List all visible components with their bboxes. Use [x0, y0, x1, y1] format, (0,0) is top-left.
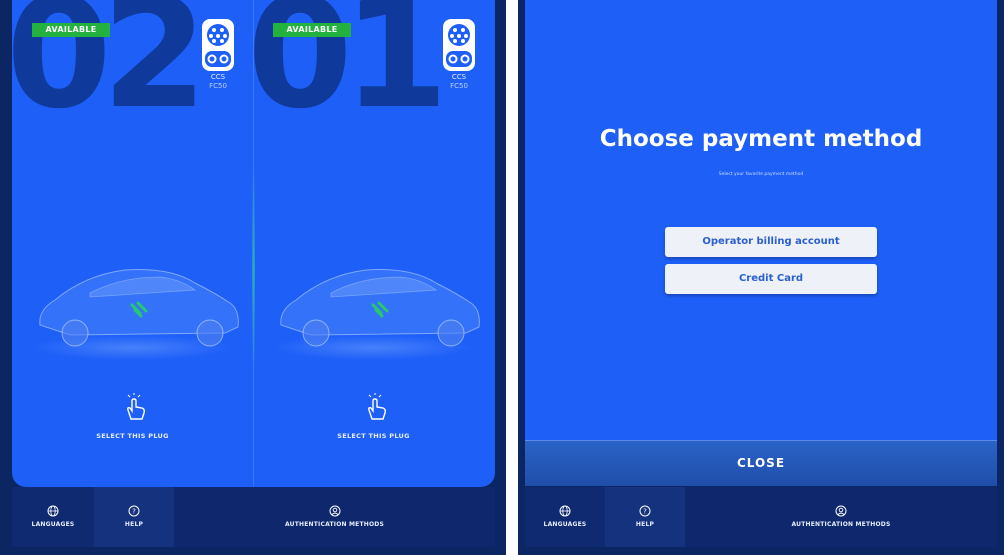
connector-type: CCS: [210, 73, 226, 81]
svg-text:?: ?: [643, 508, 647, 516]
plug-selection-screen: 02 AVAILABLE CCS FC50 SELECT THIS PLUG 0…: [0, 0, 506, 555]
status-badge: AVAILABLE: [273, 23, 351, 37]
power-rating: FC50: [450, 82, 468, 90]
plug-number: 02: [12, 0, 208, 142]
power-rating: FC50: [209, 82, 227, 90]
bottom-nav: LANGUAGES ? HELP AUTHENTICATION METHODS: [12, 487, 495, 547]
close-button[interactable]: CLOSE: [525, 440, 997, 486]
page-subtitle: Select your favorite payment method: [718, 172, 804, 177]
payment-panel: Choose payment method Select your favori…: [525, 0, 997, 440]
close-label: CLOSE: [736, 456, 786, 470]
plug-card-01[interactable]: 01 AVAILABLE CCS FC50 SELECT THIS PLUG: [247, 0, 494, 487]
car-outline-icon: [280, 269, 480, 347]
nav-auth-label: AUTHENTICATION METHODS: [791, 521, 891, 528]
user-icon: [835, 505, 847, 517]
globe-icon: [559, 505, 571, 517]
plug-number: 01: [247, 0, 449, 142]
status-badge: AVAILABLE: [32, 23, 110, 37]
screen-gap: [506, 0, 518, 555]
nav-languages-label: LANGUAGES: [31, 521, 75, 528]
tap-hand-icon: [368, 393, 386, 420]
ccs-connector-icon: [443, 19, 475, 71]
nav-auth-label: AUTHENTICATION METHODS: [285, 521, 384, 528]
connector-type: CCS: [451, 73, 467, 81]
plug-panel: 02 AVAILABLE CCS FC50 SELECT THIS PLUG 0…: [12, 0, 495, 487]
page-title: Choose payment method: [599, 126, 923, 152]
payment-screen: Choose payment method Select your favori…: [518, 0, 1004, 555]
user-icon: [329, 505, 340, 517]
nav-help[interactable]: ? HELP: [605, 487, 685, 547]
select-plug-label[interactable]: SELECT THIS PLUG: [12, 432, 253, 440]
plug-card-02[interactable]: 02 AVAILABLE CCS FC50 SELECT THIS PLUG: [12, 0, 253, 487]
car-outline-icon: [39, 269, 239, 347]
ccs-connector-icon: [202, 19, 234, 71]
nav-authentication[interactable]: AUTHENTICATION METHODS: [685, 487, 997, 547]
help-icon: ?: [639, 505, 651, 517]
plug-type-info: CCS FC50: [194, 73, 242, 91]
svg-text:?: ?: [132, 508, 136, 516]
plug-type-info: CCS FC50: [435, 73, 483, 91]
nav-help-label: HELP: [124, 521, 144, 528]
divider-glow: [252, 170, 255, 370]
nav-authentication[interactable]: AUTHENTICATION METHODS: [174, 487, 495, 547]
bottom-nav: LANGUAGES ? HELP AUTHENTICATION METHODS: [525, 487, 997, 547]
operator-billing-button[interactable]: Operator billing account: [665, 227, 877, 257]
nav-languages[interactable]: LANGUAGES: [525, 487, 605, 547]
select-plug-label[interactable]: SELECT THIS PLUG: [253, 432, 494, 440]
nav-languages[interactable]: LANGUAGES: [12, 487, 94, 547]
nav-help-label: HELP: [635, 521, 655, 528]
nav-help[interactable]: ? HELP: [94, 487, 174, 547]
globe-icon: [47, 505, 59, 517]
credit-card-button[interactable]: Credit Card: [665, 264, 877, 294]
nav-languages-label: LANGUAGES: [543, 521, 587, 528]
tap-hand-icon: [127, 393, 145, 420]
help-icon: ?: [128, 505, 140, 517]
